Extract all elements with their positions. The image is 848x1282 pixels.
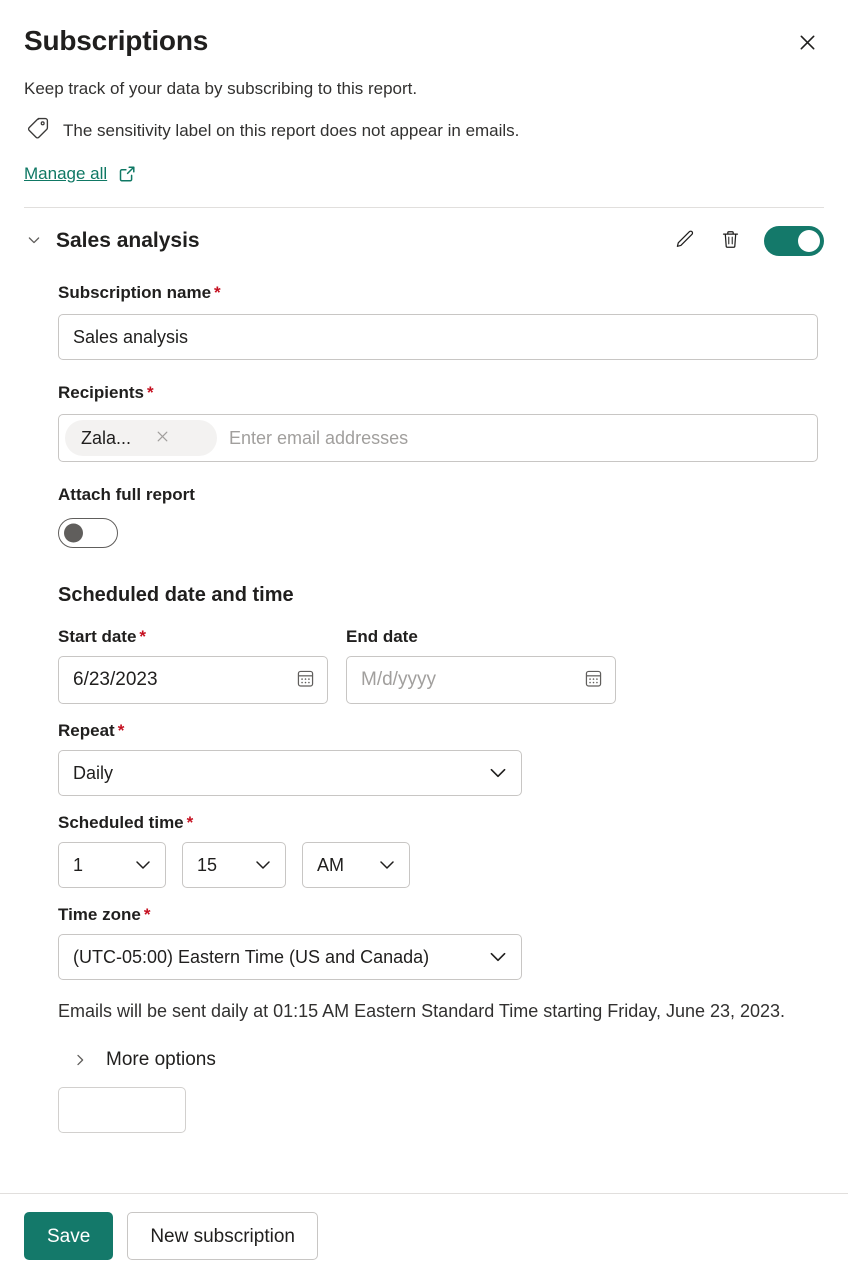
- external-link-icon[interactable]: [117, 164, 137, 184]
- more-options-toggle[interactable]: More options: [70, 1047, 818, 1073]
- chevron-down-icon: [487, 946, 509, 968]
- repeat-label: Repeat*: [58, 721, 124, 740]
- recipients-label-text: Recipients: [58, 383, 144, 402]
- delete-subscription-button[interactable]: [718, 229, 742, 253]
- required-asterisk: *: [139, 627, 146, 646]
- manage-all-row: Manage all: [24, 163, 824, 185]
- repeat-label-text: Repeat: [58, 721, 115, 740]
- clipped-control[interactable]: [58, 1087, 186, 1133]
- chevron-down-icon: [377, 855, 397, 875]
- required-asterisk: *: [118, 721, 125, 740]
- subscription-name-heading: Sales analysis: [56, 227, 660, 255]
- chevron-down-icon: [487, 762, 509, 784]
- subscription-name-label: Subscription name*: [58, 283, 221, 302]
- date-range-row: Start date* 6/23/2023: [58, 626, 818, 704]
- start-date-group: Start date* 6/23/2023: [58, 626, 328, 704]
- edit-subscription-button[interactable]: [672, 229, 696, 253]
- required-asterisk: *: [147, 383, 154, 402]
- minute-select[interactable]: 15: [182, 842, 286, 888]
- subscription-header: Sales analysis: [24, 226, 824, 256]
- subscription-form: Subscription name* Sales analysis Recipi…: [24, 282, 824, 1133]
- subscription-name-input[interactable]: Sales analysis: [58, 314, 818, 360]
- calendar-icon: [583, 668, 604, 692]
- end-date-placeholder: M/d/yyyy: [361, 669, 436, 691]
- start-date-calendar-button[interactable]: [293, 668, 317, 692]
- tag-icon: [24, 115, 51, 147]
- header-divider: [24, 207, 824, 208]
- recipient-chip-label: Zala...: [81, 429, 131, 447]
- recipients-input[interactable]: Zala... Enter email addresses: [58, 414, 818, 462]
- subscription-actions: [672, 226, 824, 256]
- save-button[interactable]: Save: [24, 1212, 113, 1260]
- sensitivity-notice: The sensitivity label on this report doe…: [24, 115, 824, 147]
- meridiem-value: AM: [317, 856, 344, 874]
- start-date-input[interactable]: 6/23/2023: [58, 656, 328, 704]
- sensitivity-text: The sensitivity label on this report doe…: [63, 119, 519, 143]
- end-date-calendar-button[interactable]: [581, 668, 605, 692]
- time-zone-group: Time zone* (UTC-05:00) Eastern Time (US …: [58, 904, 818, 980]
- minute-value: 15: [197, 856, 217, 874]
- calendar-icon: [295, 668, 316, 692]
- subscription-name-field-group: Subscription name* Sales analysis: [58, 282, 818, 360]
- scheduled-time-group: Scheduled time* 1 15: [58, 812, 818, 888]
- start-date-label: Start date*: [58, 627, 146, 646]
- remove-recipient-button[interactable]: [149, 425, 175, 451]
- repeat-group: Repeat* Daily: [58, 720, 818, 796]
- required-asterisk: *: [214, 283, 221, 302]
- end-date-label: End date: [346, 627, 418, 646]
- required-asterisk: *: [187, 813, 194, 832]
- end-date-group: End date M/d/yyyy: [346, 626, 616, 704]
- chevron-down-icon: [253, 855, 273, 875]
- chevron-right-icon: [70, 1050, 90, 1070]
- time-zone-select[interactable]: (UTC-05:00) Eastern Time (US and Canada): [58, 934, 522, 980]
- scheduled-section-title: Scheduled date and time: [58, 582, 818, 608]
- subscription-name-label-text: Subscription name: [58, 283, 211, 302]
- scheduled-time-label: Scheduled time*: [58, 813, 193, 832]
- repeat-select[interactable]: Daily: [58, 750, 522, 796]
- attach-full-report-toggle-wrap: [58, 518, 818, 552]
- recipients-placeholder: Enter email addresses: [221, 428, 408, 449]
- close-button[interactable]: [790, 27, 824, 61]
- time-zone-value: (UTC-05:00) Eastern Time (US and Canada): [73, 948, 429, 966]
- subscription-enabled-toggle[interactable]: [764, 226, 824, 256]
- panel-footer: Save New subscription: [0, 1193, 848, 1282]
- trash-icon: [719, 228, 742, 254]
- attach-full-report-toggle[interactable]: [58, 518, 118, 548]
- time-zone-label-text: Time zone: [58, 905, 141, 924]
- recipient-chip[interactable]: Zala...: [65, 420, 217, 456]
- panel-subtitle: Keep track of your data by subscribing t…: [24, 77, 824, 101]
- subscription-name-value: Sales analysis: [73, 328, 188, 346]
- page-title: Subscriptions: [24, 24, 208, 58]
- pencil-icon: [673, 228, 696, 254]
- meridiem-select[interactable]: AM: [302, 842, 410, 888]
- time-zone-label: Time zone*: [58, 905, 150, 924]
- more-options-label: More options: [106, 1047, 216, 1073]
- attach-full-report-label: Attach full report: [58, 485, 195, 504]
- manage-all-link[interactable]: Manage all: [24, 163, 107, 185]
- panel-scroll-area[interactable]: Subscriptions Keep track of your data by…: [0, 0, 848, 1193]
- start-date-value: 6/23/2023: [73, 669, 158, 691]
- recipients-label: Recipients*: [58, 383, 154, 402]
- close-icon: [798, 33, 817, 55]
- new-subscription-button[interactable]: New subscription: [127, 1212, 318, 1260]
- panel-header: Subscriptions: [24, 0, 824, 61]
- scheduled-section: Scheduled date and time Start date* 6/23…: [58, 582, 818, 1133]
- start-date-label-text: Start date: [58, 627, 136, 646]
- subscription-expand-toggle[interactable]: [24, 231, 44, 251]
- end-date-input[interactable]: M/d/yyyy: [346, 656, 616, 704]
- attach-full-report-group: Attach full report: [58, 484, 818, 552]
- recipients-field-group: Recipients* Zala... Enter ema: [58, 382, 818, 462]
- subscriptions-panel: Subscriptions Keep track of your data by…: [0, 0, 848, 1282]
- hour-value: 1: [73, 856, 83, 874]
- close-icon: [155, 429, 170, 447]
- chevron-down-icon: [26, 232, 42, 251]
- schedule-summary-text: Emails will be sent daily at 01:15 AM Ea…: [58, 998, 798, 1025]
- required-asterisk: *: [144, 905, 151, 924]
- scheduled-time-label-text: Scheduled time: [58, 813, 184, 832]
- chevron-down-icon: [133, 855, 153, 875]
- repeat-value: Daily: [73, 764, 113, 782]
- scheduled-time-row: 1 15: [58, 842, 818, 888]
- hour-select[interactable]: 1: [58, 842, 166, 888]
